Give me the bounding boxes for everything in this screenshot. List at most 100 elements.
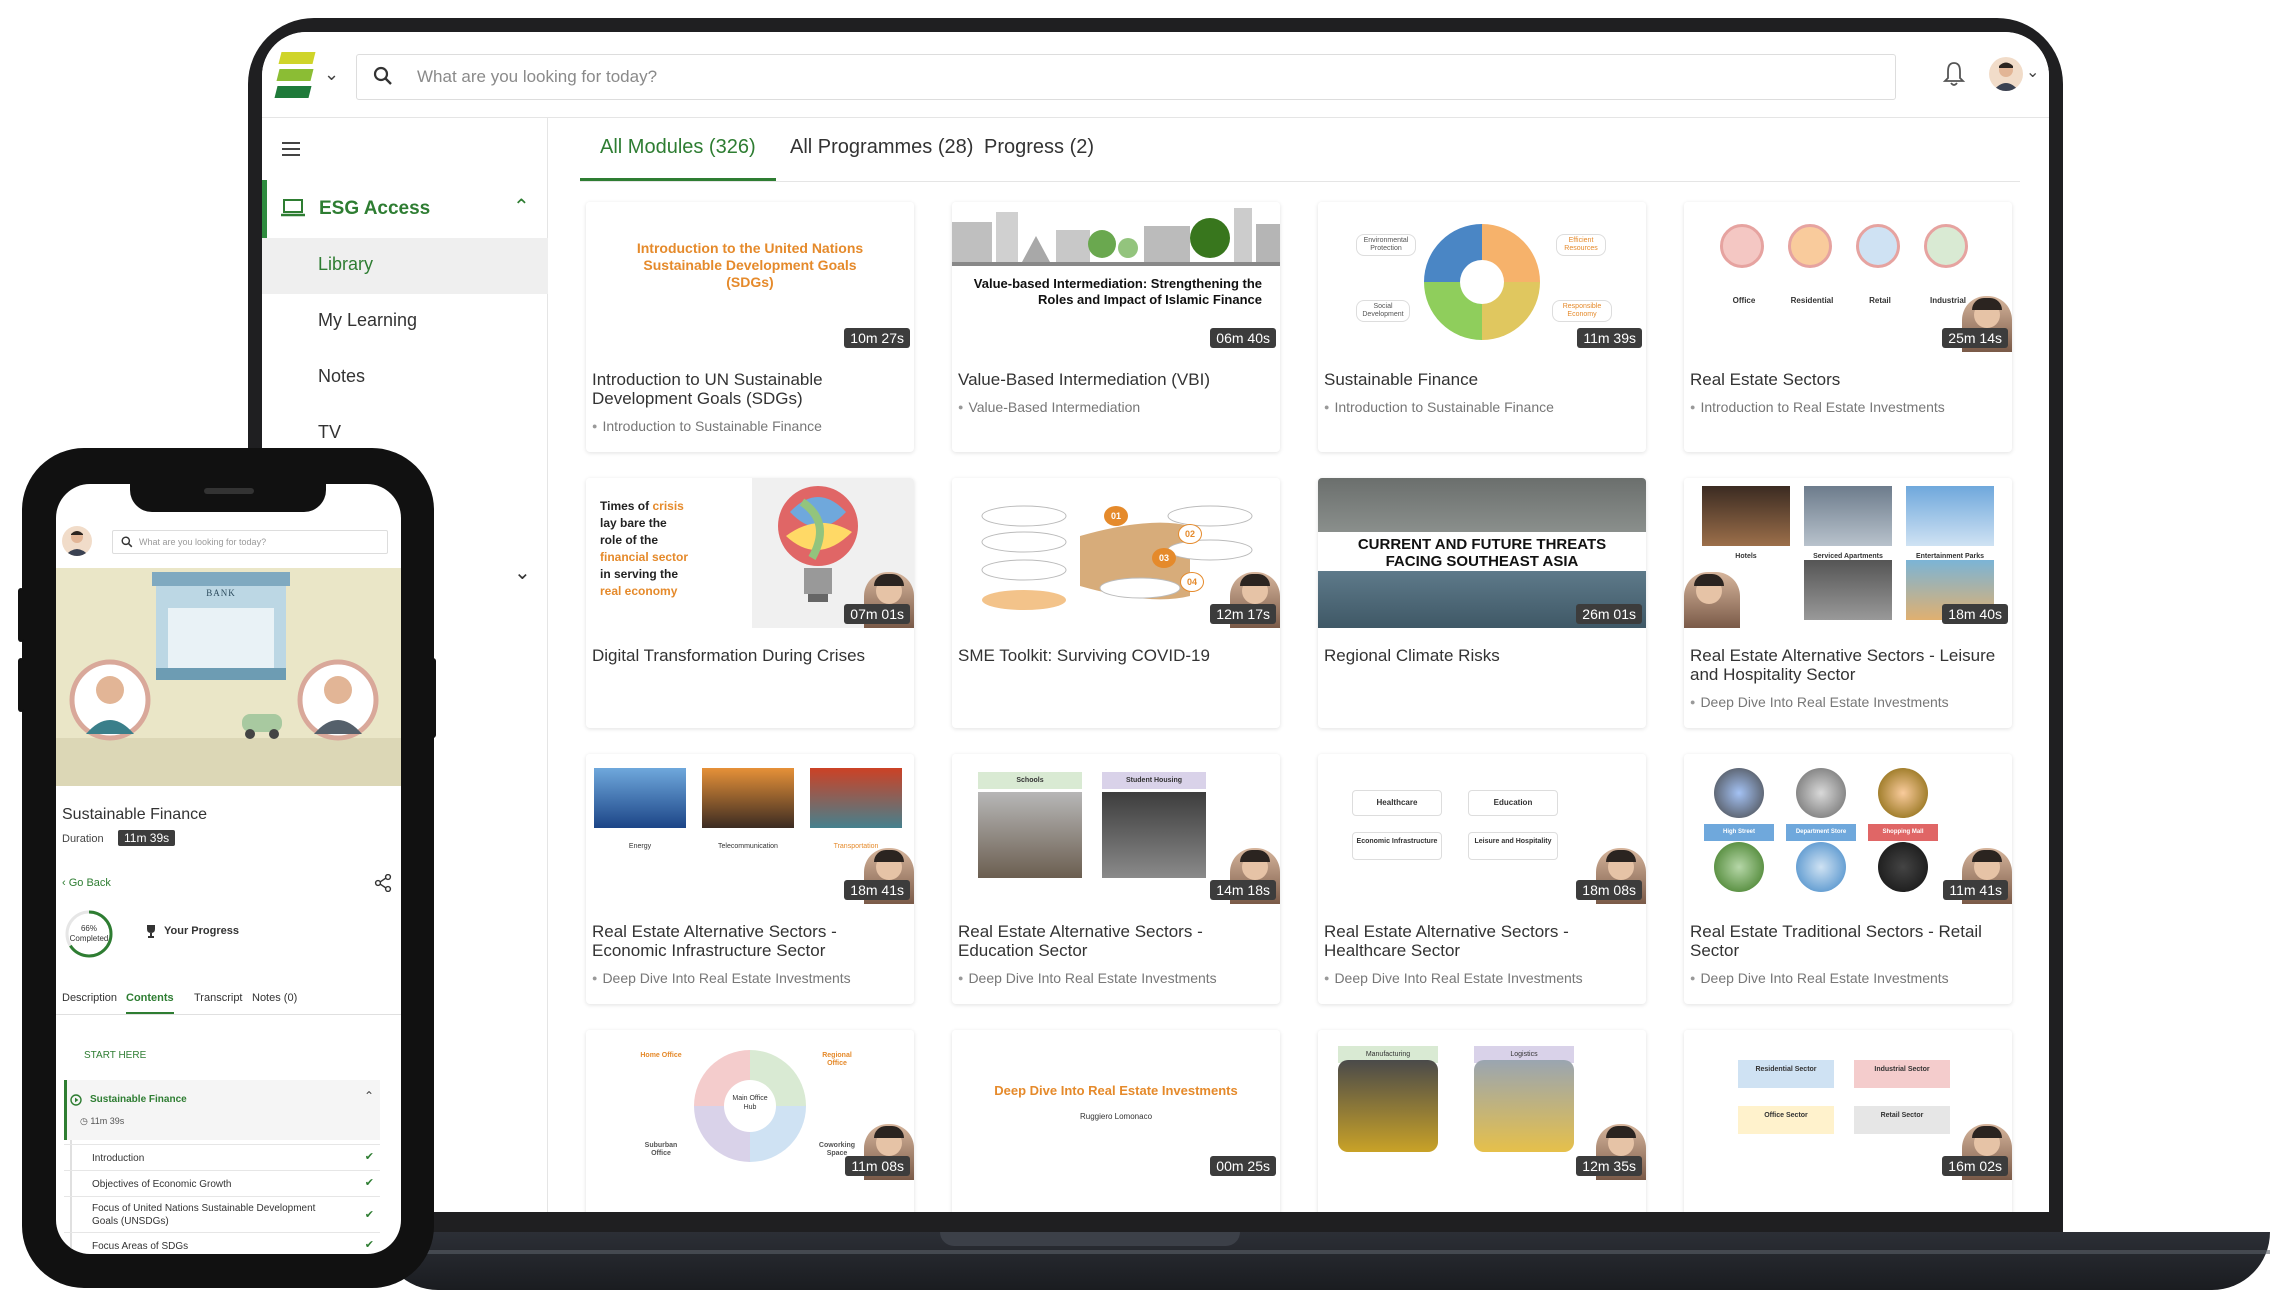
module-programme: Introduction to Sustainable Finance: [592, 418, 908, 434]
module-title: Real Estate Alternative Sectors - Health…: [1324, 922, 1569, 960]
module-card[interactable]: Hotels Serviced Apartments Entertainment…: [1684, 478, 2012, 728]
sidebar-item-my-learning[interactable]: My Learning: [262, 294, 548, 350]
duration-badge: 12m 17s: [1210, 604, 1276, 624]
sidebar-item-notes[interactable]: Notes: [262, 350, 548, 406]
thumbnail-label: Regional Office: [822, 1052, 852, 1067]
thumbnail-label: Retail: [1869, 296, 1891, 305]
lesson-item[interactable]: Objectives of Economic Growth ✔: [64, 1170, 380, 1196]
hamburger-icon[interactable]: [282, 142, 300, 156]
module-card[interactable]: Value-based Intermediation: Strengthenin…: [952, 202, 1280, 452]
search-icon[interactable]: [121, 536, 133, 548]
search-input[interactable]: [417, 55, 1877, 99]
hero-sign: BANK: [206, 588, 236, 598]
module-title: Digital Transformation During Crises: [592, 646, 866, 665]
module-title: Real Estate Sectors: [1690, 370, 1841, 389]
module-card[interactable]: CURRENT AND FUTURE THREATS FACING SOUTHE…: [1318, 478, 1646, 728]
chevron-up-icon[interactable]: ⌃: [364, 1089, 374, 1103]
module-thumbnail: Environmental Protection Efficient Resou…: [1318, 202, 1646, 352]
bank-illustration: [56, 572, 401, 786]
module-card[interactable]: 01 02 03 04 12m 17s SME Toolkit: Survivi…: [952, 478, 1280, 728]
laptop-base: [380, 1232, 2270, 1290]
module-card[interactable]: Healthcare Education Economic Infrastruc…: [1318, 754, 1646, 1004]
tab-notes[interactable]: Notes (0): [252, 992, 297, 1004]
module-card[interactable]: Times of crisis lay bare the role of the…: [586, 478, 914, 728]
chevron-down-icon[interactable]: ⌄: [324, 64, 339, 85]
module-card[interactable]: Home Office Regional Office Main Office …: [586, 1030, 914, 1212]
thumbnail-label: Retail Sector: [1854, 1106, 1950, 1134]
thumbnail-label: Department Store: [1786, 824, 1856, 841]
module-card[interactable]: Environmental Protection Efficient Resou…: [1318, 202, 1646, 452]
tab-all-programmes[interactable]: All Programmes (28): [770, 136, 993, 182]
module-card[interactable]: Introduction to the United Nations Susta…: [586, 202, 914, 452]
module-card[interactable]: Residential Sector Industrial Sector Off…: [1684, 1030, 2012, 1212]
search-icon[interactable]: [373, 66, 393, 86]
thumbnail-label: Industrial Sector: [1854, 1060, 1950, 1088]
thumbnail-label: Education: [1468, 790, 1558, 816]
module-thumbnail: Office Residential Retail Industrial 25m…: [1684, 202, 2012, 352]
top-bar: ⌄ ⌄: [262, 32, 2049, 118]
duration-label: Duration: [62, 833, 104, 845]
module-card[interactable]: Deep Dive Into Real Estate Investments R…: [952, 1030, 1280, 1212]
thumbnail-label: Healthcare: [1352, 790, 1442, 816]
module-card[interactable]: High Street Department Store Shopping Ma…: [1684, 754, 2012, 1004]
trophy-icon: [147, 925, 155, 938]
check-icon: ✔: [364, 1177, 374, 1189]
thumbnail-label: 02: [1178, 524, 1202, 544]
avatar[interactable]: [1989, 57, 2023, 91]
sidebar-item-label: Library: [318, 254, 374, 274]
lesson-item[interactable]: Introduction ✔: [64, 1144, 380, 1170]
thumbnail-text: Introduction to the United Nations Susta…: [636, 240, 864, 290]
check-icon: ✔: [364, 1151, 374, 1163]
tab-description[interactable]: Description: [62, 992, 117, 1004]
chevron-down-icon[interactable]: ⌄: [2026, 62, 2039, 82]
thumbnail-label: Student Housing: [1102, 772, 1206, 789]
thumbnail-label: 04: [1180, 572, 1204, 592]
thumbnail-label: Leisure and Hospitality: [1468, 832, 1558, 860]
thumbnail-label: Responsible Economy: [1552, 300, 1612, 322]
chevron-left-icon: ‹: [62, 877, 69, 889]
duration-badge: 18m 41s: [844, 880, 910, 900]
lightbulb-illustration: [778, 486, 858, 602]
chevron-up-icon[interactable]: ⌃: [513, 194, 530, 219]
brand-logo[interactable]: [274, 52, 316, 102]
phone-screen: BANK Sustainable Finance Duration 11m 39…: [56, 484, 401, 1254]
thumbnail-label: Schools: [978, 772, 1082, 789]
course-video-player[interactable]: BANK: [56, 568, 401, 786]
module-title: Regional Climate Risks: [1324, 646, 1500, 665]
tab-contents[interactable]: Contents: [126, 992, 174, 1015]
sidebar-item-label: TV: [318, 422, 342, 442]
course-section[interactable]: [64, 1080, 380, 1140]
lesson-item[interactable]: Focus Areas of SDGs ✔: [64, 1232, 380, 1254]
clock-icon: ◷: [80, 1116, 91, 1126]
duration-badge: 12m 35s: [1576, 1156, 1642, 1176]
tab-transcript[interactable]: Transcript: [194, 992, 243, 1004]
lesson-item[interactable]: Focus of United Nations Sustainable Deve…: [64, 1196, 380, 1232]
sidebar-item-library[interactable]: Library: [262, 238, 548, 294]
module-thumbnail: Times of crisis lay bare the role of the…: [586, 478, 914, 628]
pie-wheel-illustration: [1424, 224, 1540, 340]
search-input[interactable]: [139, 531, 379, 553]
module-card[interactable]: Manufacturing Logistics 12m 35s: [1318, 1030, 1646, 1212]
module-card[interactable]: Energy Telecommunication Transportation …: [586, 754, 914, 1004]
share-icon[interactable]: [374, 874, 392, 892]
chevron-down-icon[interactable]: ⌄: [514, 560, 531, 585]
tab-all-modules[interactable]: All Modules (326): [580, 136, 776, 182]
module-title: Introduction to UN Sustainable Developme…: [592, 370, 823, 408]
play-icon: [70, 1094, 82, 1106]
module-thumbnail: Energy Telecommunication Transportation …: [586, 754, 914, 904]
avatar[interactable]: [62, 526, 92, 556]
thumbnail-label: Main Office Hub: [732, 1095, 768, 1111]
module-card[interactable]: Schools Student Housing 14m 18s Real Est…: [952, 754, 1280, 1004]
module-title: Real Estate Alternative Sectors - Leisur…: [1690, 646, 1996, 684]
city-skyline-illustration: [952, 208, 1280, 266]
module-card[interactable]: Office Residential Retail Industrial 25m…: [1684, 202, 2012, 452]
duration-badge: 16m 02s: [1942, 1156, 2008, 1176]
bell-icon[interactable]: [1942, 60, 1966, 88]
thumbnail-subtext: Ruggiero Lomonaco: [1079, 1112, 1153, 1121]
tab-progress[interactable]: Progress (2): [964, 136, 1114, 182]
sidebar-section-esg-access[interactable]: ESG Access ⌃: [262, 180, 548, 238]
go-back-link[interactable]: ‹ Go Back: [62, 877, 111, 889]
thumbnail-label: High Street: [1704, 824, 1774, 841]
module-title: SME Toolkit: Surviving COVID-19: [958, 646, 1210, 665]
thumbnail-label: 01: [1104, 506, 1128, 526]
